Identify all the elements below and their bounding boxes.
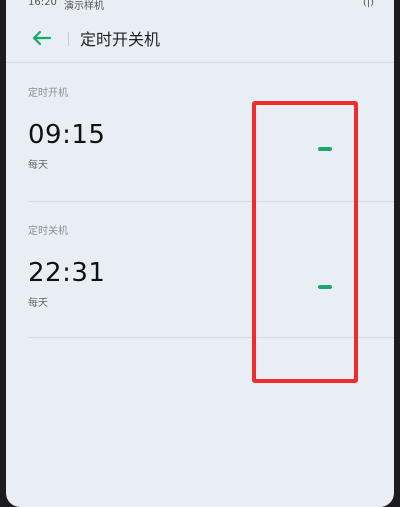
- header-separator: [68, 32, 69, 46]
- status-carrier: 演示样机: [64, 1, 104, 12]
- power-off-time: 22:31: [28, 258, 106, 288]
- power-off-repeat: 每天: [28, 298, 48, 309]
- page-title: 定时开关机: [80, 30, 161, 49]
- status-indicator: (|): [362, 0, 374, 8]
- status-bar: 16:20 演示样机 (|): [6, 0, 394, 12]
- highlight-annotation-box: [252, 101, 358, 383]
- page-header: 定时开关机: [6, 14, 394, 63]
- phone-screen: 16:20 演示样机 (|) 定时开关机 定时开机 09:15 每天 定时关机 …: [6, 0, 394, 507]
- power-on-time: 09:15: [28, 120, 106, 150]
- power-on-repeat: 每天: [28, 160, 48, 171]
- arrow-left-icon[interactable]: [28, 26, 56, 50]
- section-label-power-on: 定时开机: [28, 88, 68, 99]
- section-label-power-off: 定时关机: [28, 226, 68, 237]
- status-time: 16:20: [28, 0, 57, 8]
